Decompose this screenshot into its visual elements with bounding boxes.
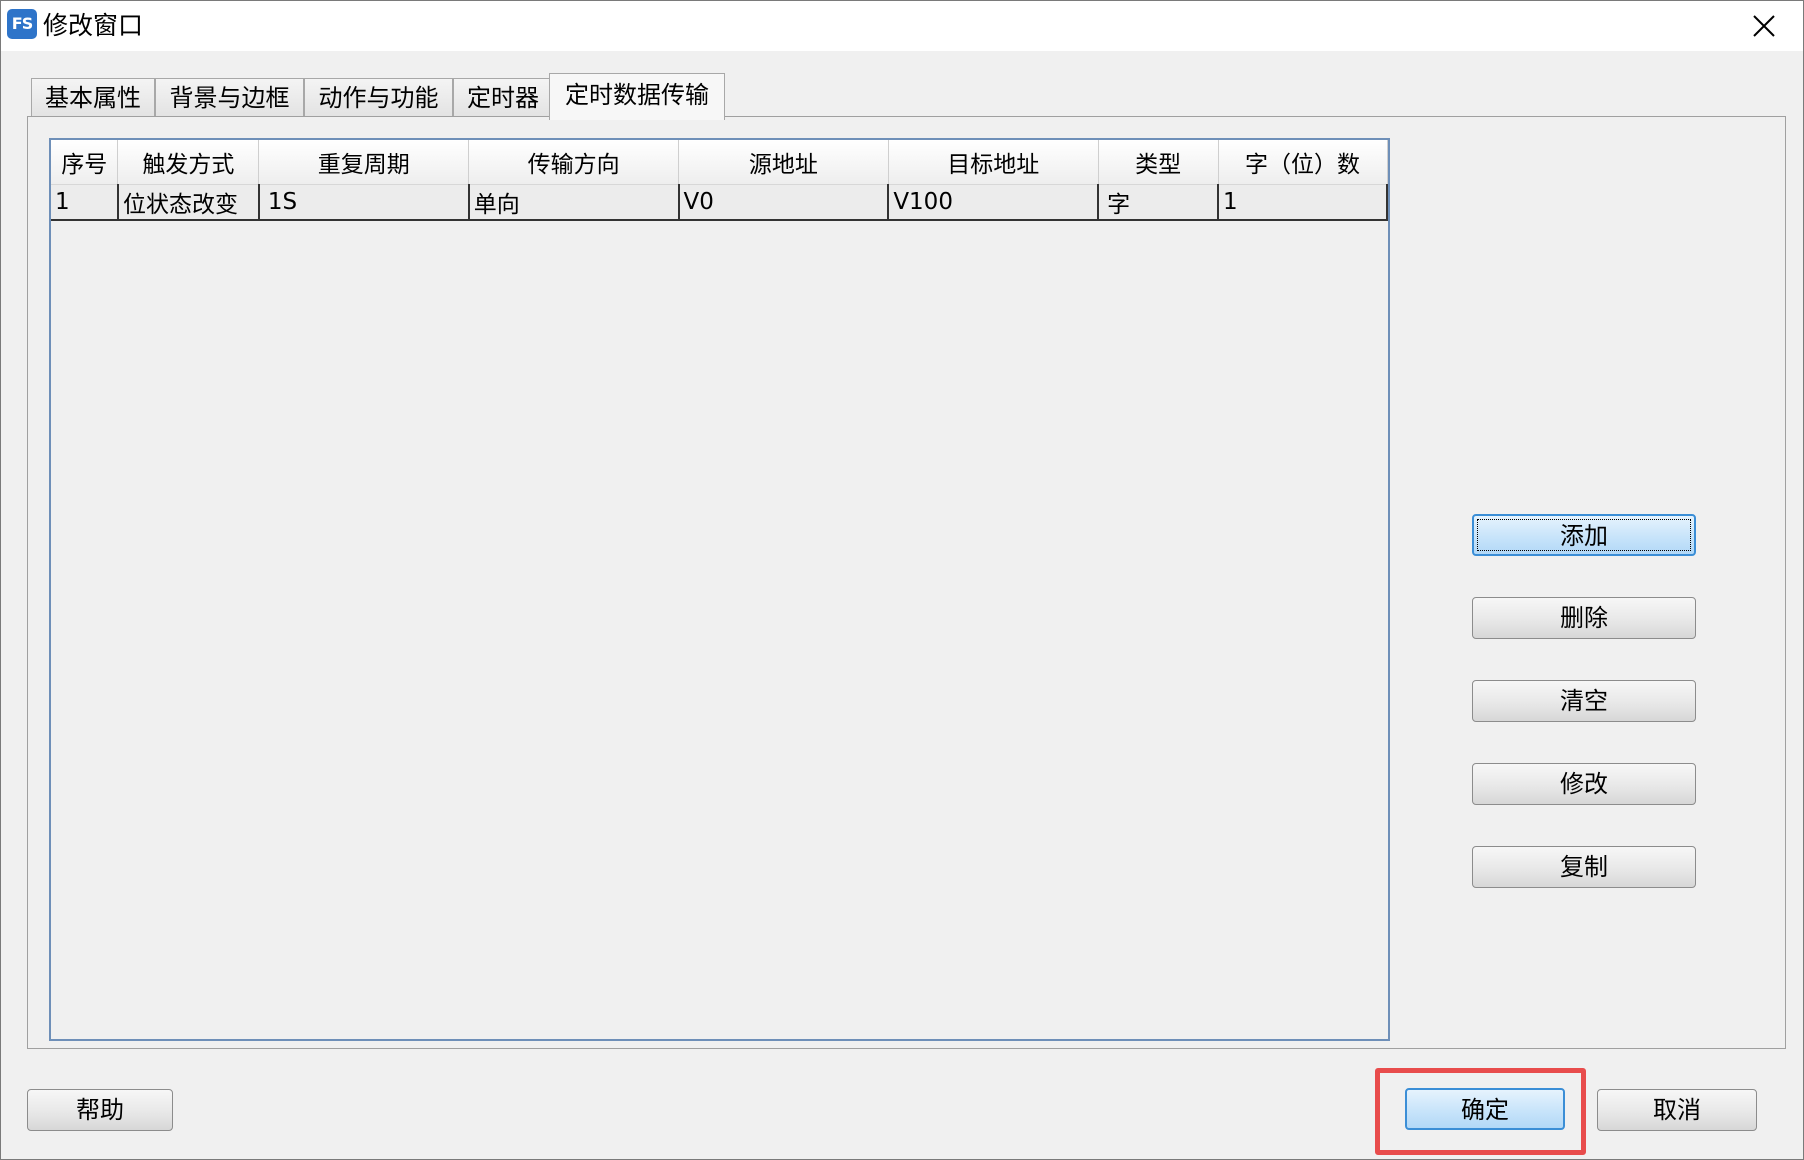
column-header[interactable]: 字（位）数: [1218, 140, 1388, 185]
table-cell: 单向: [468, 184, 680, 221]
clear-button[interactable]: 清空: [1472, 680, 1696, 722]
ok-button[interactable]: 确定: [1405, 1088, 1565, 1130]
table-cell: 位状态改变: [117, 184, 260, 221]
table-row[interactable]: 1 位状态改变 1S 单向 V0 V100 字 1: [51, 184, 1388, 221]
transfer-table-grid: 序号 触发方式 重复周期 传输方向 源地址 目标地址 类型 字（位）数 1 位状…: [51, 140, 1388, 221]
column-header[interactable]: 序号: [51, 140, 119, 185]
window-title: 修改窗口: [43, 11, 144, 40]
column-header[interactable]: 触发方式: [117, 140, 260, 185]
tab-action-function[interactable]: 动作与功能: [304, 78, 453, 116]
add-button-label: 添加: [1560, 522, 1608, 550]
table-header-row: 序号 触发方式 重复周期 传输方向 源地址 目标地址 类型 字（位）数: [51, 140, 1388, 185]
close-icon: [1753, 15, 1775, 37]
table-cell: 字: [1098, 184, 1220, 221]
column-header[interactable]: 传输方向: [468, 140, 680, 185]
add-button[interactable]: 添加: [1472, 514, 1696, 556]
column-header[interactable]: 源地址: [678, 140, 889, 185]
transfer-table[interactable]: 序号 触发方式 重复周期 传输方向 源地址 目标地址 类型 字（位）数 1 位状…: [49, 138, 1390, 1041]
column-header[interactable]: 类型: [1098, 140, 1219, 185]
modify-button[interactable]: 修改: [1472, 763, 1696, 805]
dialog-window: FS 修改窗口 基本属性 背景与边框 动作与功能 定时器 定时数据传输 序号 触…: [0, 0, 1804, 1160]
column-header[interactable]: 重复周期: [258, 140, 470, 185]
title-bar: FS 修改窗口: [1, 1, 1803, 51]
tab-timed-data-transfer[interactable]: 定时数据传输: [549, 73, 725, 120]
table-cell: V100: [888, 184, 1100, 221]
close-button[interactable]: [1739, 7, 1789, 45]
tab-basic-properties[interactable]: 基本属性: [31, 78, 155, 116]
help-button[interactable]: 帮助: [27, 1089, 173, 1131]
table-cell: 1: [51, 184, 119, 221]
copy-button[interactable]: 复制: [1472, 846, 1696, 888]
tab-timer[interactable]: 定时器: [453, 78, 553, 116]
tab-background-border[interactable]: 背景与边框: [155, 78, 304, 116]
column-header[interactable]: 目标地址: [888, 140, 1099, 185]
delete-button[interactable]: 删除: [1472, 597, 1696, 639]
table-cell: 1: [1218, 184, 1388, 221]
table-cell: 1S: [258, 184, 470, 221]
app-logo-icon: FS: [7, 9, 37, 39]
cancel-button[interactable]: 取消: [1597, 1089, 1757, 1131]
table-cell: V0: [678, 184, 890, 221]
